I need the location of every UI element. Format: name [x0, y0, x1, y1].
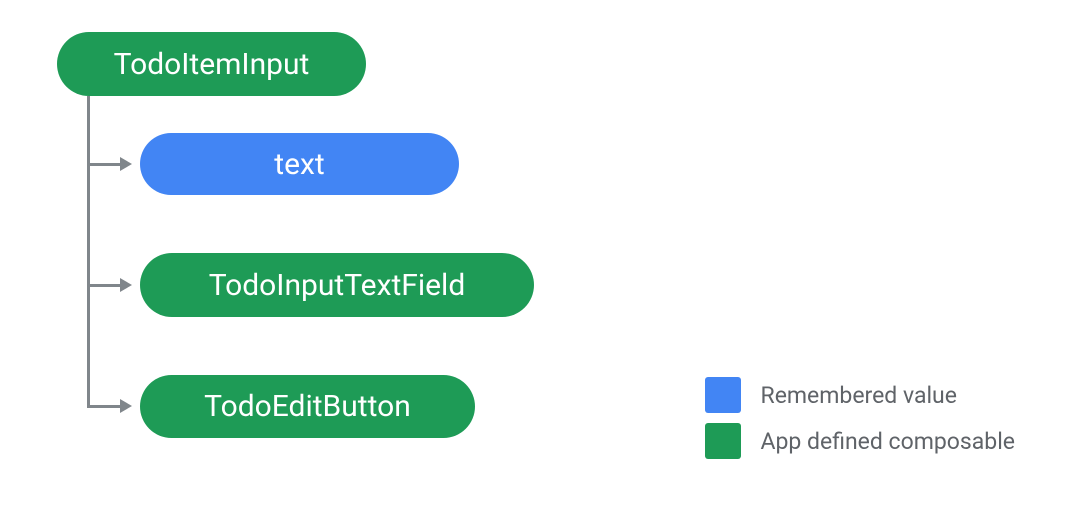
- root-node: TodoItemInput: [57, 32, 366, 96]
- root-node-label: TodoItemInput: [114, 47, 310, 82]
- child-node-text: text: [140, 133, 459, 195]
- legend-row-composable: App defined composable: [705, 423, 1015, 459]
- child-node-textfield-label: TodoInputTextField: [209, 268, 466, 303]
- connector-to-text: [87, 163, 121, 166]
- legend: Remembered value App defined composable: [705, 377, 1015, 459]
- legend-row-remembered: Remembered value: [705, 377, 1015, 413]
- legend-swatch-green: [705, 423, 741, 459]
- legend-label-remembered: Remembered value: [761, 382, 957, 409]
- legend-swatch-blue: [705, 377, 741, 413]
- child-node-textfield: TodoInputTextField: [140, 253, 534, 317]
- connector-trunk: [87, 96, 90, 408]
- arrow-to-button: [120, 399, 132, 413]
- arrow-to-textfield: [120, 278, 132, 292]
- arrow-to-text: [120, 157, 132, 171]
- child-node-text-label: text: [274, 147, 324, 182]
- connector-to-button: [87, 405, 121, 408]
- child-node-button: TodoEditButton: [140, 375, 475, 438]
- legend-label-composable: App defined composable: [761, 428, 1015, 455]
- child-node-button-label: TodoEditButton: [204, 389, 411, 424]
- connector-to-textfield: [87, 284, 121, 287]
